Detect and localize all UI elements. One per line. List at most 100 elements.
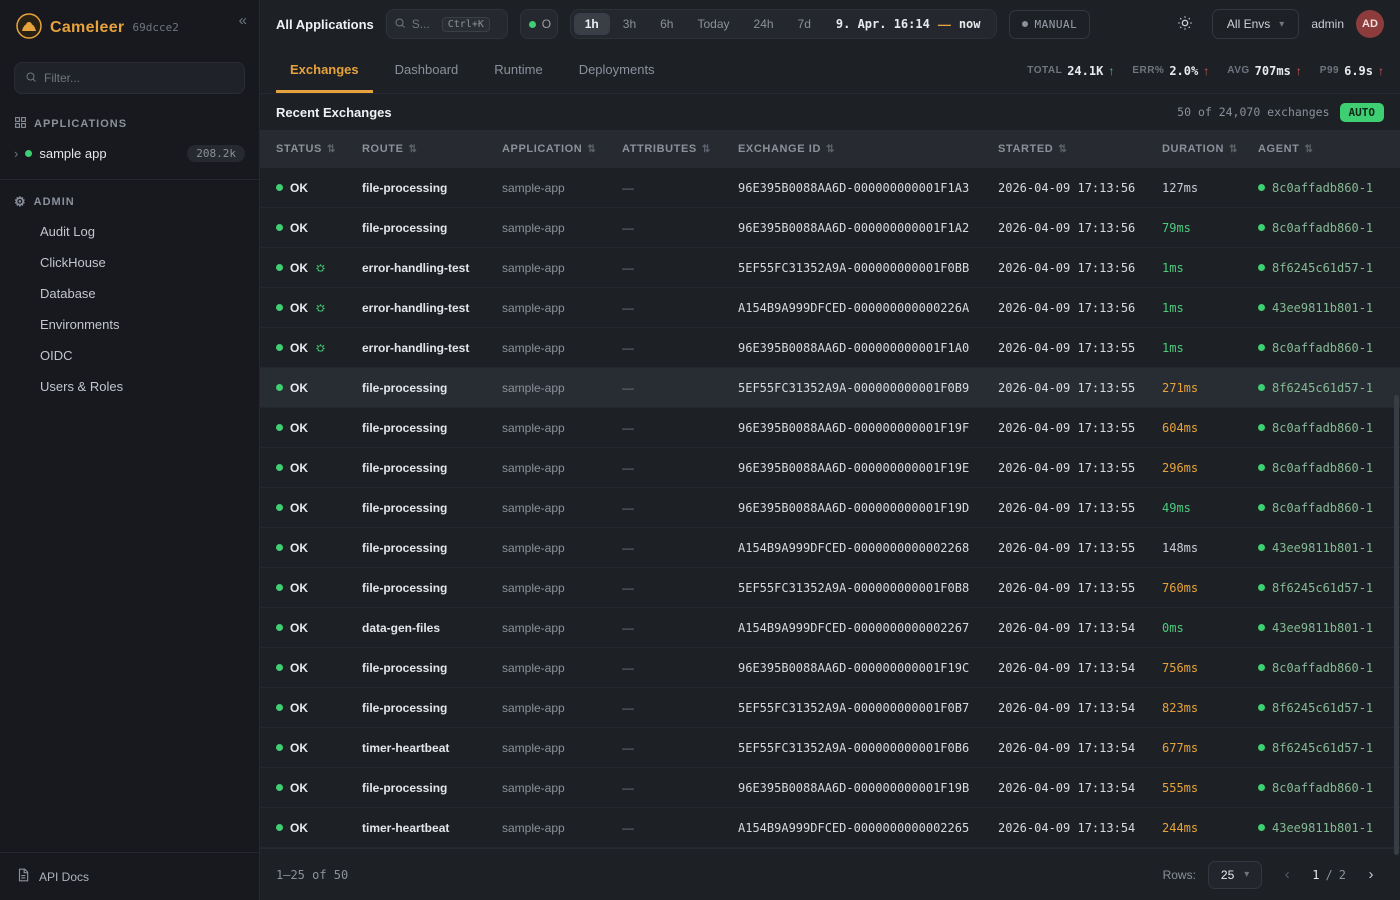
table-row[interactable]: OK file-processing sample-app — 5EF55FC3… (260, 688, 1400, 728)
sidebar-item-sample-app[interactable]: › sample app 208.2k (0, 138, 259, 169)
time-range-7d[interactable]: 7d (787, 13, 822, 35)
duration-cell: 555ms (1162, 781, 1258, 795)
attributes-cell: — (622, 181, 738, 195)
environment-select[interactable]: All Envs ▾ (1212, 9, 1299, 39)
attributes-cell: — (622, 621, 738, 635)
exchange-count-label: 50 of 24,070 exchanges (1177, 105, 1329, 119)
time-range-display[interactable]: 9. Apr. 16:14 — now (824, 17, 993, 32)
route-cell: file-processing (362, 501, 502, 515)
status-ok-dot (276, 424, 283, 431)
sidebar-collapse-icon[interactable]: « (239, 12, 247, 29)
tab-exchanges[interactable]: Exchanges (276, 48, 373, 93)
sidebar-item-audit-log[interactable]: Audit Log (0, 216, 259, 247)
route-cell: file-processing (362, 181, 502, 195)
manual-refresh-button[interactable]: MANUAL (1009, 10, 1091, 39)
column-header-application[interactable]: APPLICATION⇅ (502, 143, 622, 155)
global-search[interactable]: Ctrl+K (386, 9, 508, 39)
avatar[interactable]: AD (1356, 10, 1384, 38)
app-status-dot (25, 150, 32, 157)
column-header-exchange-id[interactable]: EXCHANGE ID⇅ (738, 143, 998, 155)
filter-input[interactable] (44, 71, 234, 85)
table-row[interactable]: OK file-processing sample-app — 96E395B0… (260, 768, 1400, 808)
table-row[interactable]: OK file-processing sample-app — A154B9A9… (260, 528, 1400, 568)
theme-toggle-button[interactable] (1170, 9, 1200, 39)
time-range-today[interactable]: Today (686, 13, 740, 35)
table-row[interactable]: OK timer-heartbeat sample-app — A154B9A9… (260, 808, 1400, 848)
exchange-id-cell: 96E395B0088AA6D-000000000001F19B (738, 781, 998, 795)
status-ok-dot (276, 584, 283, 591)
application-cell: sample-app (502, 541, 622, 555)
sidebar-item-database[interactable]: Database (0, 278, 259, 309)
status-cell: OK (276, 621, 362, 635)
table-row[interactable]: OK error-handling-test sample-app — 5EF5… (260, 248, 1400, 288)
section-title: Recent Exchanges (276, 105, 392, 120)
agent-status-dot (1258, 464, 1265, 471)
tab-deployments[interactable]: Deployments (565, 48, 669, 93)
column-header-attributes[interactable]: ATTRIBUTES⇅ (622, 143, 738, 155)
application-cell: sample-app (502, 301, 622, 315)
table-row[interactable]: OK error-handling-test sample-app — 96E3… (260, 328, 1400, 368)
started-cell: 2026-04-09 17:13:55 (998, 461, 1162, 475)
table-row[interactable]: OK data-gen-files sample-app — A154B9A99… (260, 608, 1400, 648)
time-range-24h[interactable]: 24h (743, 13, 785, 35)
attributes-cell: — (622, 341, 738, 355)
column-header-route[interactable]: ROUTE⇅ (362, 143, 502, 155)
trend-up-icon: ↑ (1378, 64, 1384, 78)
rows-per-page-select[interactable]: 25 ▾ (1208, 861, 1262, 889)
attributes-cell: — (622, 741, 738, 755)
time-range-3h[interactable]: 3h (612, 13, 647, 35)
table-row[interactable]: OK timer-heartbeat sample-app — 5EF55FC3… (260, 728, 1400, 768)
route-cell: data-gen-files (362, 621, 502, 635)
sidebar-item-environments[interactable]: Environments (0, 309, 259, 340)
next-page-button[interactable]: › (1358, 862, 1384, 888)
application-cell: sample-app (502, 261, 622, 275)
prev-page-button[interactable]: ‹ (1274, 862, 1300, 888)
table-row[interactable]: OK file-processing sample-app — 96E395B0… (260, 208, 1400, 248)
column-header-started[interactable]: STARTED⇅ (998, 143, 1162, 155)
api-docs-link[interactable]: API Docs (0, 852, 259, 900)
column-header-duration[interactable]: DURATION⇅ (1162, 143, 1258, 155)
agent-status-dot (1258, 424, 1265, 431)
tab-runtime[interactable]: Runtime (480, 48, 556, 93)
agent-cell: 43ee9811b801-1 (1258, 301, 1384, 315)
sidebar-item-users-roles[interactable]: Users & Roles (0, 371, 259, 402)
sidebar-filter[interactable] (14, 62, 245, 94)
time-range-6h[interactable]: 6h (649, 13, 684, 35)
document-icon (16, 868, 30, 885)
application-cell: sample-app (502, 501, 622, 515)
status-ok-dot (276, 544, 283, 551)
route-cell: timer-heartbeat (362, 741, 502, 755)
status-cell: OK (276, 221, 362, 235)
errors-only-toggle[interactable]: O (520, 9, 558, 39)
agent-cell: 8c0affadb860-1 (1258, 661, 1384, 675)
tab-dashboard[interactable]: Dashboard (381, 48, 473, 93)
search-input[interactable] (412, 17, 436, 31)
sort-icon: ⇅ (409, 144, 418, 155)
status-ok-dot (276, 264, 283, 271)
table-row[interactable]: OK file-processing sample-app — 5EF55FC3… (260, 368, 1400, 408)
table-row[interactable]: OK file-processing sample-app — 5EF55FC3… (260, 568, 1400, 608)
chevron-right-icon: › (14, 146, 18, 161)
table-row[interactable]: OK file-processing sample-app — 96E395B0… (260, 448, 1400, 488)
time-range-1h[interactable]: 1h (574, 13, 610, 35)
table-scrollbar[interactable] (1394, 395, 1399, 855)
status-ok-dot (276, 704, 283, 711)
summary-stats: TOTAL 24.1K ↑ ERR% 2.0% ↑ AVG 707ms ↑ P9… (1027, 48, 1384, 93)
agent-status-dot (1258, 224, 1265, 231)
table-row[interactable]: OK file-processing sample-app — 96E395B0… (260, 408, 1400, 448)
status-ok-dot (276, 744, 283, 751)
sidebar-item-oidc[interactable]: OIDC (0, 340, 259, 371)
sidebar-item-clickhouse[interactable]: ClickHouse (0, 247, 259, 278)
app-item-label: sample app (39, 146, 106, 161)
exchange-id-cell: 96E395B0088AA6D-000000000001F1A3 (738, 181, 998, 195)
table-row[interactable]: OK file-processing sample-app — 96E395B0… (260, 488, 1400, 528)
table-row[interactable]: OK file-processing sample-app — 96E395B0… (260, 168, 1400, 208)
table-row[interactable]: OK file-processing sample-app — 96E395B0… (260, 648, 1400, 688)
table-row[interactable]: OK error-handling-test sample-app — A154… (260, 288, 1400, 328)
started-cell: 2026-04-09 17:13:55 (998, 421, 1162, 435)
column-header-agent[interactable]: AGENT⇅ (1258, 143, 1384, 155)
logo-row: Cameleer 69dcce2 « (0, 0, 259, 52)
column-header-status[interactable]: STATUS⇅ (276, 143, 362, 155)
auto-refresh-badge[interactable]: AUTO (1340, 103, 1385, 122)
time-range-group: 1h 3h 6h Today 24h 7d 9. Apr. 16:14 — no… (570, 9, 997, 39)
